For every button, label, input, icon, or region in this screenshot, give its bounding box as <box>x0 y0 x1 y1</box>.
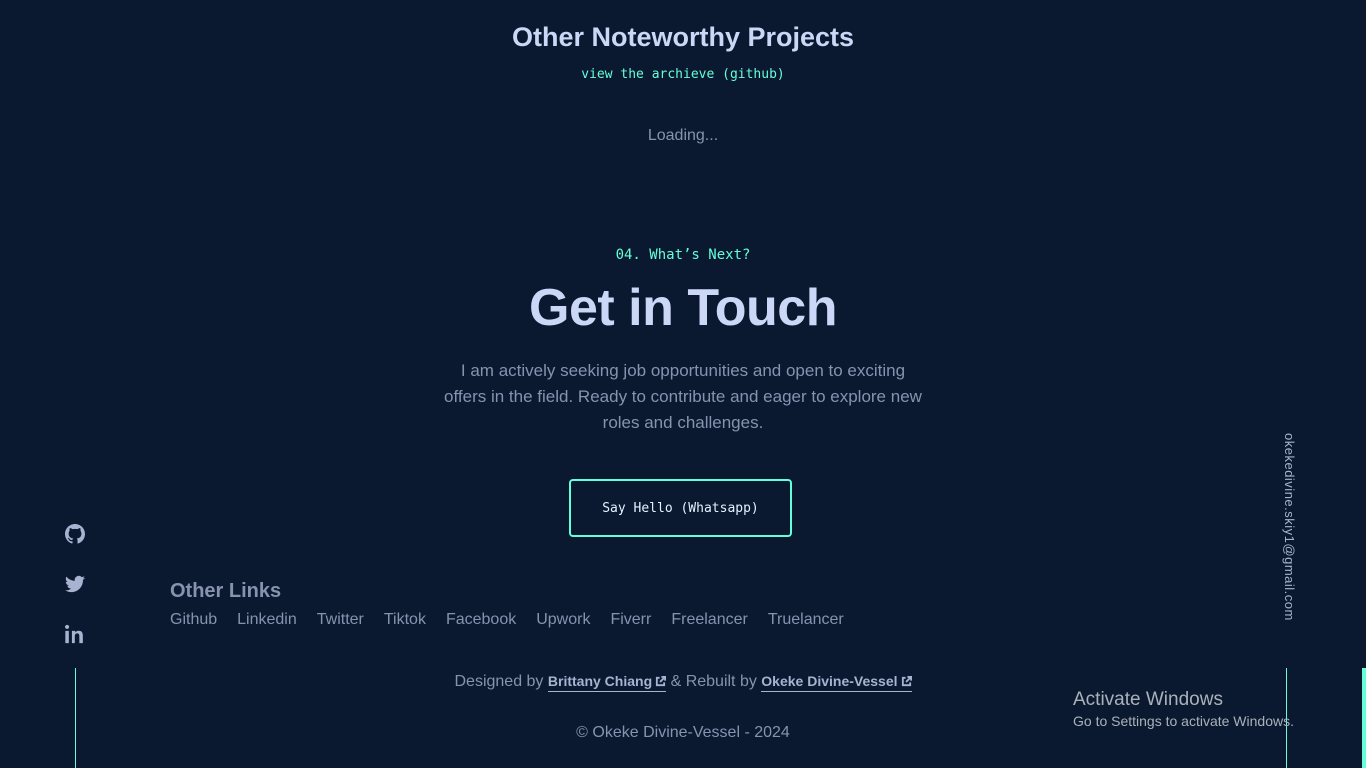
windows-activation-watermark: Activate Windows Go to Settings to activ… <box>1073 689 1294 729</box>
external-link-icon <box>655 674 667 687</box>
designer-name: Brittany Chiang <box>547 673 653 689</box>
github-icon[interactable] <box>63 522 87 546</box>
link-fiverr[interactable]: Fiverr <box>610 611 651 629</box>
link-tiktok[interactable]: Tiktok <box>384 611 426 629</box>
rebuilt-by-label: & Rebuilt by <box>670 673 757 690</box>
activate-title: Activate Windows <box>1073 689 1223 710</box>
link-truelancer[interactable]: Truelancer <box>768 611 844 629</box>
rebuilder-name: Okeke Divine-Vessel <box>761 673 898 689</box>
section-overline: 04. What’s Next? <box>615 247 751 263</box>
link-github[interactable]: Github <box>170 611 217 629</box>
archive-link[interactable]: view the archieve (github) <box>0 67 1366 82</box>
projects-title: Other Noteworthy Projects <box>511 22 855 52</box>
designed-by-label: Designed by <box>454 673 544 690</box>
contact-text: I am actively seeking job opportunities … <box>444 361 922 432</box>
link-facebook[interactable]: Facebook <box>446 611 516 629</box>
rebuilder-link[interactable]: Okeke Divine-Vessel <box>761 673 912 692</box>
twitter-icon[interactable] <box>63 572 87 596</box>
other-links-list: Github Linkedin Twitter Tiktok Facebook … <box>170 611 844 629</box>
contact-title: Get in Touch <box>529 279 837 337</box>
designer-link[interactable]: Brittany Chiang <box>547 673 667 692</box>
activate-subtitle: Go to Settings to activate Windows. <box>1073 713 1294 729</box>
loading-text: Loading... <box>647 127 719 144</box>
link-twitter[interactable]: Twitter <box>317 611 364 629</box>
link-upwork[interactable]: Upwork <box>536 611 590 629</box>
email-link[interactable]: okekedivine.skiy1@gmail.com <box>1282 433 1297 621</box>
other-links-title: Other Links <box>170 580 282 602</box>
external-link-icon <box>901 674 912 687</box>
page: Other Noteworthy Projects view the archi… <box>0 0 1366 768</box>
link-freelancer[interactable]: Freelancer <box>671 611 747 629</box>
say-hello-button[interactable]: Say Hello (Whatsapp) <box>569 479 792 537</box>
link-linkedin[interactable]: Linkedin <box>237 611 297 629</box>
linkedin-icon[interactable] <box>63 622 87 646</box>
social-links <box>63 522 87 672</box>
